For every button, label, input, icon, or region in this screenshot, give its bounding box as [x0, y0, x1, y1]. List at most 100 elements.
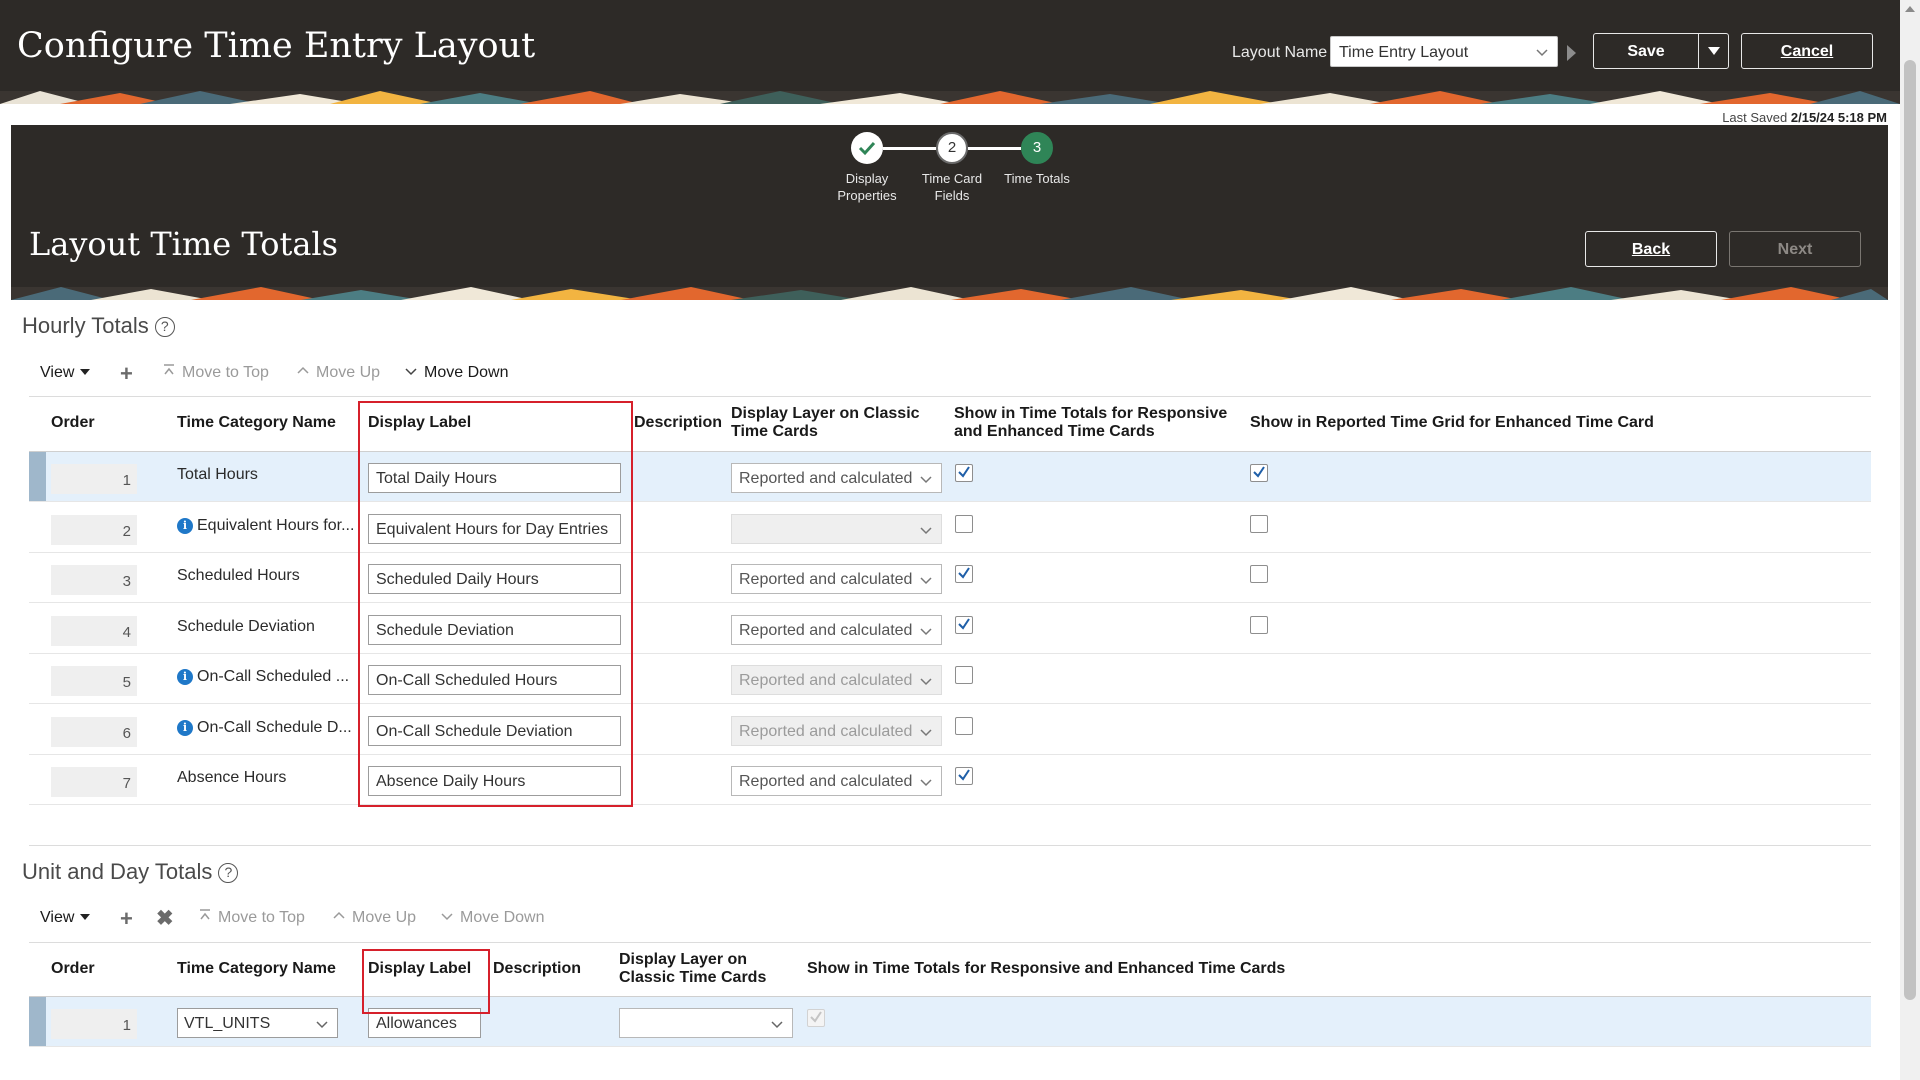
column-header-description[interactable]: Description: [634, 414, 722, 432]
display-layer-select[interactable]: Reported and calculated: [731, 614, 942, 645]
order-field[interactable]: 6: [51, 716, 137, 747]
info-icon[interactable]: i: [177, 669, 193, 685]
chevron-down-icon: [919, 674, 933, 688]
table-row[interactable]: 7 Absence Hours Absence Daily Hours Reporte…: [29, 755, 1871, 805]
move-to-top-button[interactable]: Move to Top: [198, 909, 305, 927]
page-scrollbar[interactable]: [1900, 0, 1920, 1080]
display-layer-select[interactable]: Reported and calculated: [731, 766, 942, 796]
train-step-time-card-fields[interactable]: 2: [936, 132, 968, 164]
caret-down-icon: [80, 369, 91, 375]
info-icon[interactable]: i: [177, 719, 193, 736]
table-row[interactable]: 1 Total Hours Total Daily Hours Reported an…: [29, 452, 1871, 502]
order-field[interactable]: 5: [51, 666, 137, 696]
show-in-grid-checkbox[interactable]: [1250, 615, 1268, 634]
column-header-display-layer[interactable]: Display Layer on Classic Time Cards: [619, 951, 766, 987]
show-in-totals-checkbox[interactable]: [955, 615, 973, 634]
table-row[interactable]: 4 Schedule Deviation Schedule Deviation Rep…: [29, 604, 1871, 654]
divider: [29, 942, 1871, 943]
show-in-totals-checkbox[interactable]: [955, 767, 973, 785]
table-row[interactable]: 2 i Equivalent Hours for... Equivalent Hour…: [29, 503, 1871, 553]
show-in-totals-checkbox[interactable]: [955, 716, 973, 735]
order-field[interactable]: 7: [51, 767, 137, 797]
show-in-totals-checkbox[interactable]: [955, 565, 973, 583]
caret-down-icon: [80, 914, 91, 920]
display-layer-value: Reported and calculated: [739, 571, 913, 588]
train-step-time-totals[interactable]: 3: [1021, 132, 1053, 164]
scroll-up-arrow-icon[interactable]: [1905, 6, 1915, 12]
order-field[interactable]: 2: [51, 514, 137, 545]
column-header-show-in-totals[interactable]: Show in Time Totals for Responsive and E…: [807, 960, 1285, 978]
train-step-display-properties[interactable]: [851, 132, 883, 164]
table-row[interactable]: 3 Scheduled Hours Scheduled Daily Hours Rep…: [29, 553, 1871, 603]
save-menu-caret-icon[interactable]: [1708, 47, 1720, 55]
train-step-label: Time Card Fields: [907, 170, 997, 204]
column-header-time-category[interactable]: Time Category Name: [177, 414, 336, 432]
app-title: Configure Time Entry Layout: [17, 26, 536, 66]
column-header-line: Display Layer on Classic: [731, 405, 920, 422]
column-header-line: Show in Time Totals for Responsive: [954, 405, 1228, 422]
display-layer-select[interactable]: Reported and calculated: [731, 564, 942, 594]
next-button: Next: [1729, 231, 1861, 267]
table-row[interactable]: 6 i On-Call Schedule D... On-Call Schedule …: [29, 705, 1871, 755]
add-icon[interactable]: +: [120, 908, 133, 930]
show-in-totals-checkbox: [807, 1009, 825, 1027]
layout-name-select[interactable]: Time Entry Layout: [1330, 36, 1558, 67]
info-icon[interactable]: i: [177, 517, 193, 534]
show-in-totals-checkbox[interactable]: [955, 666, 973, 684]
move-down-label: Move Down: [424, 364, 509, 381]
order-field[interactable]: 4: [51, 615, 137, 646]
show-in-grid-checkbox[interactable]: [1250, 514, 1268, 533]
show-in-totals-checkbox[interactable]: [955, 464, 973, 482]
table-row[interactable]: 1 VTL_UNITS Allowances: [29, 997, 1871, 1047]
cancel-button[interactable]: Cancel: [1741, 33, 1873, 69]
chevron-down-icon: [919, 725, 933, 739]
decorative-banner: [11, 287, 1888, 300]
train-step-label: Display Properties: [822, 170, 912, 204]
move-up-button[interactable]: Move Up: [332, 909, 416, 927]
move-to-top-button[interactable]: Move to Top: [162, 364, 269, 382]
view-menu[interactable]: View: [40, 364, 91, 382]
order-field[interactable]: 1: [51, 1009, 137, 1039]
view-menu[interactable]: View: [40, 909, 91, 927]
chevron-down-icon: [405, 368, 417, 376]
chevron-down-icon: [919, 775, 933, 789]
time-category-select[interactable]: VTL_UNITS: [177, 1008, 338, 1038]
column-header-line: Classic Time Cards: [619, 969, 767, 986]
column-header-order[interactable]: Order: [51, 960, 95, 978]
delete-icon[interactable]: ✖: [156, 908, 174, 929]
time-category-text: Equivalent Hours for...: [197, 516, 353, 534]
column-header-order[interactable]: Order: [51, 414, 95, 432]
divider: [29, 396, 1871, 397]
add-icon[interactable]: +: [120, 363, 133, 385]
column-header-display-layer[interactable]: Display Layer on Classic Time Cards: [731, 405, 920, 441]
chevron-down-icon: [919, 472, 933, 486]
time-category-name: i On-Call Schedule D...: [177, 719, 353, 737]
train-panel: 2 3 Display Properties Time Card Fields …: [11, 125, 1888, 300]
column-header-show-in-totals[interactable]: Show in Time Totals for Responsive and E…: [954, 405, 1227, 441]
move-down-button[interactable]: Move Down: [404, 364, 508, 382]
show-in-grid-checkbox[interactable]: [1250, 565, 1268, 583]
column-header-description[interactable]: Description: [493, 960, 581, 978]
display-layer-value: Reported and calculated: [739, 672, 913, 689]
train-step-label-line: Time Card: [921, 171, 983, 186]
column-header-time-category[interactable]: Time Category Name: [177, 960, 336, 978]
display-label-highlight-box: [358, 401, 633, 807]
order-field[interactable]: 1: [51, 464, 137, 494]
chevron-down-icon: [1535, 45, 1549, 59]
order-field[interactable]: 3: [51, 565, 137, 595]
show-in-totals-checkbox[interactable]: [955, 514, 973, 533]
show-in-grid-checkbox[interactable]: [1250, 464, 1268, 482]
column-header-show-in-grid[interactable]: Show in Reported Time Grid for Enhanced …: [1250, 414, 1654, 432]
table-row[interactable]: 5 i On-Call Scheduled ... On-Call Scheduled…: [29, 654, 1871, 704]
scroll-thumb[interactable]: [1904, 60, 1916, 1000]
move-up-button[interactable]: Move Up: [296, 364, 380, 382]
help-icon[interactable]: ?: [218, 863, 239, 883]
display-layer-select[interactable]: [619, 1008, 793, 1038]
back-button[interactable]: Back: [1585, 231, 1717, 267]
display-layer-select[interactable]: Reported and calculated: [731, 463, 942, 493]
help-icon[interactable]: ?: [154, 317, 175, 337]
time-category-text: Absence Hours: [177, 769, 287, 786]
time-category-text: Schedule Deviation: [177, 617, 315, 635]
move-down-button[interactable]: Move Down: [440, 909, 544, 927]
save-button[interactable]: Save: [1593, 33, 1729, 69]
